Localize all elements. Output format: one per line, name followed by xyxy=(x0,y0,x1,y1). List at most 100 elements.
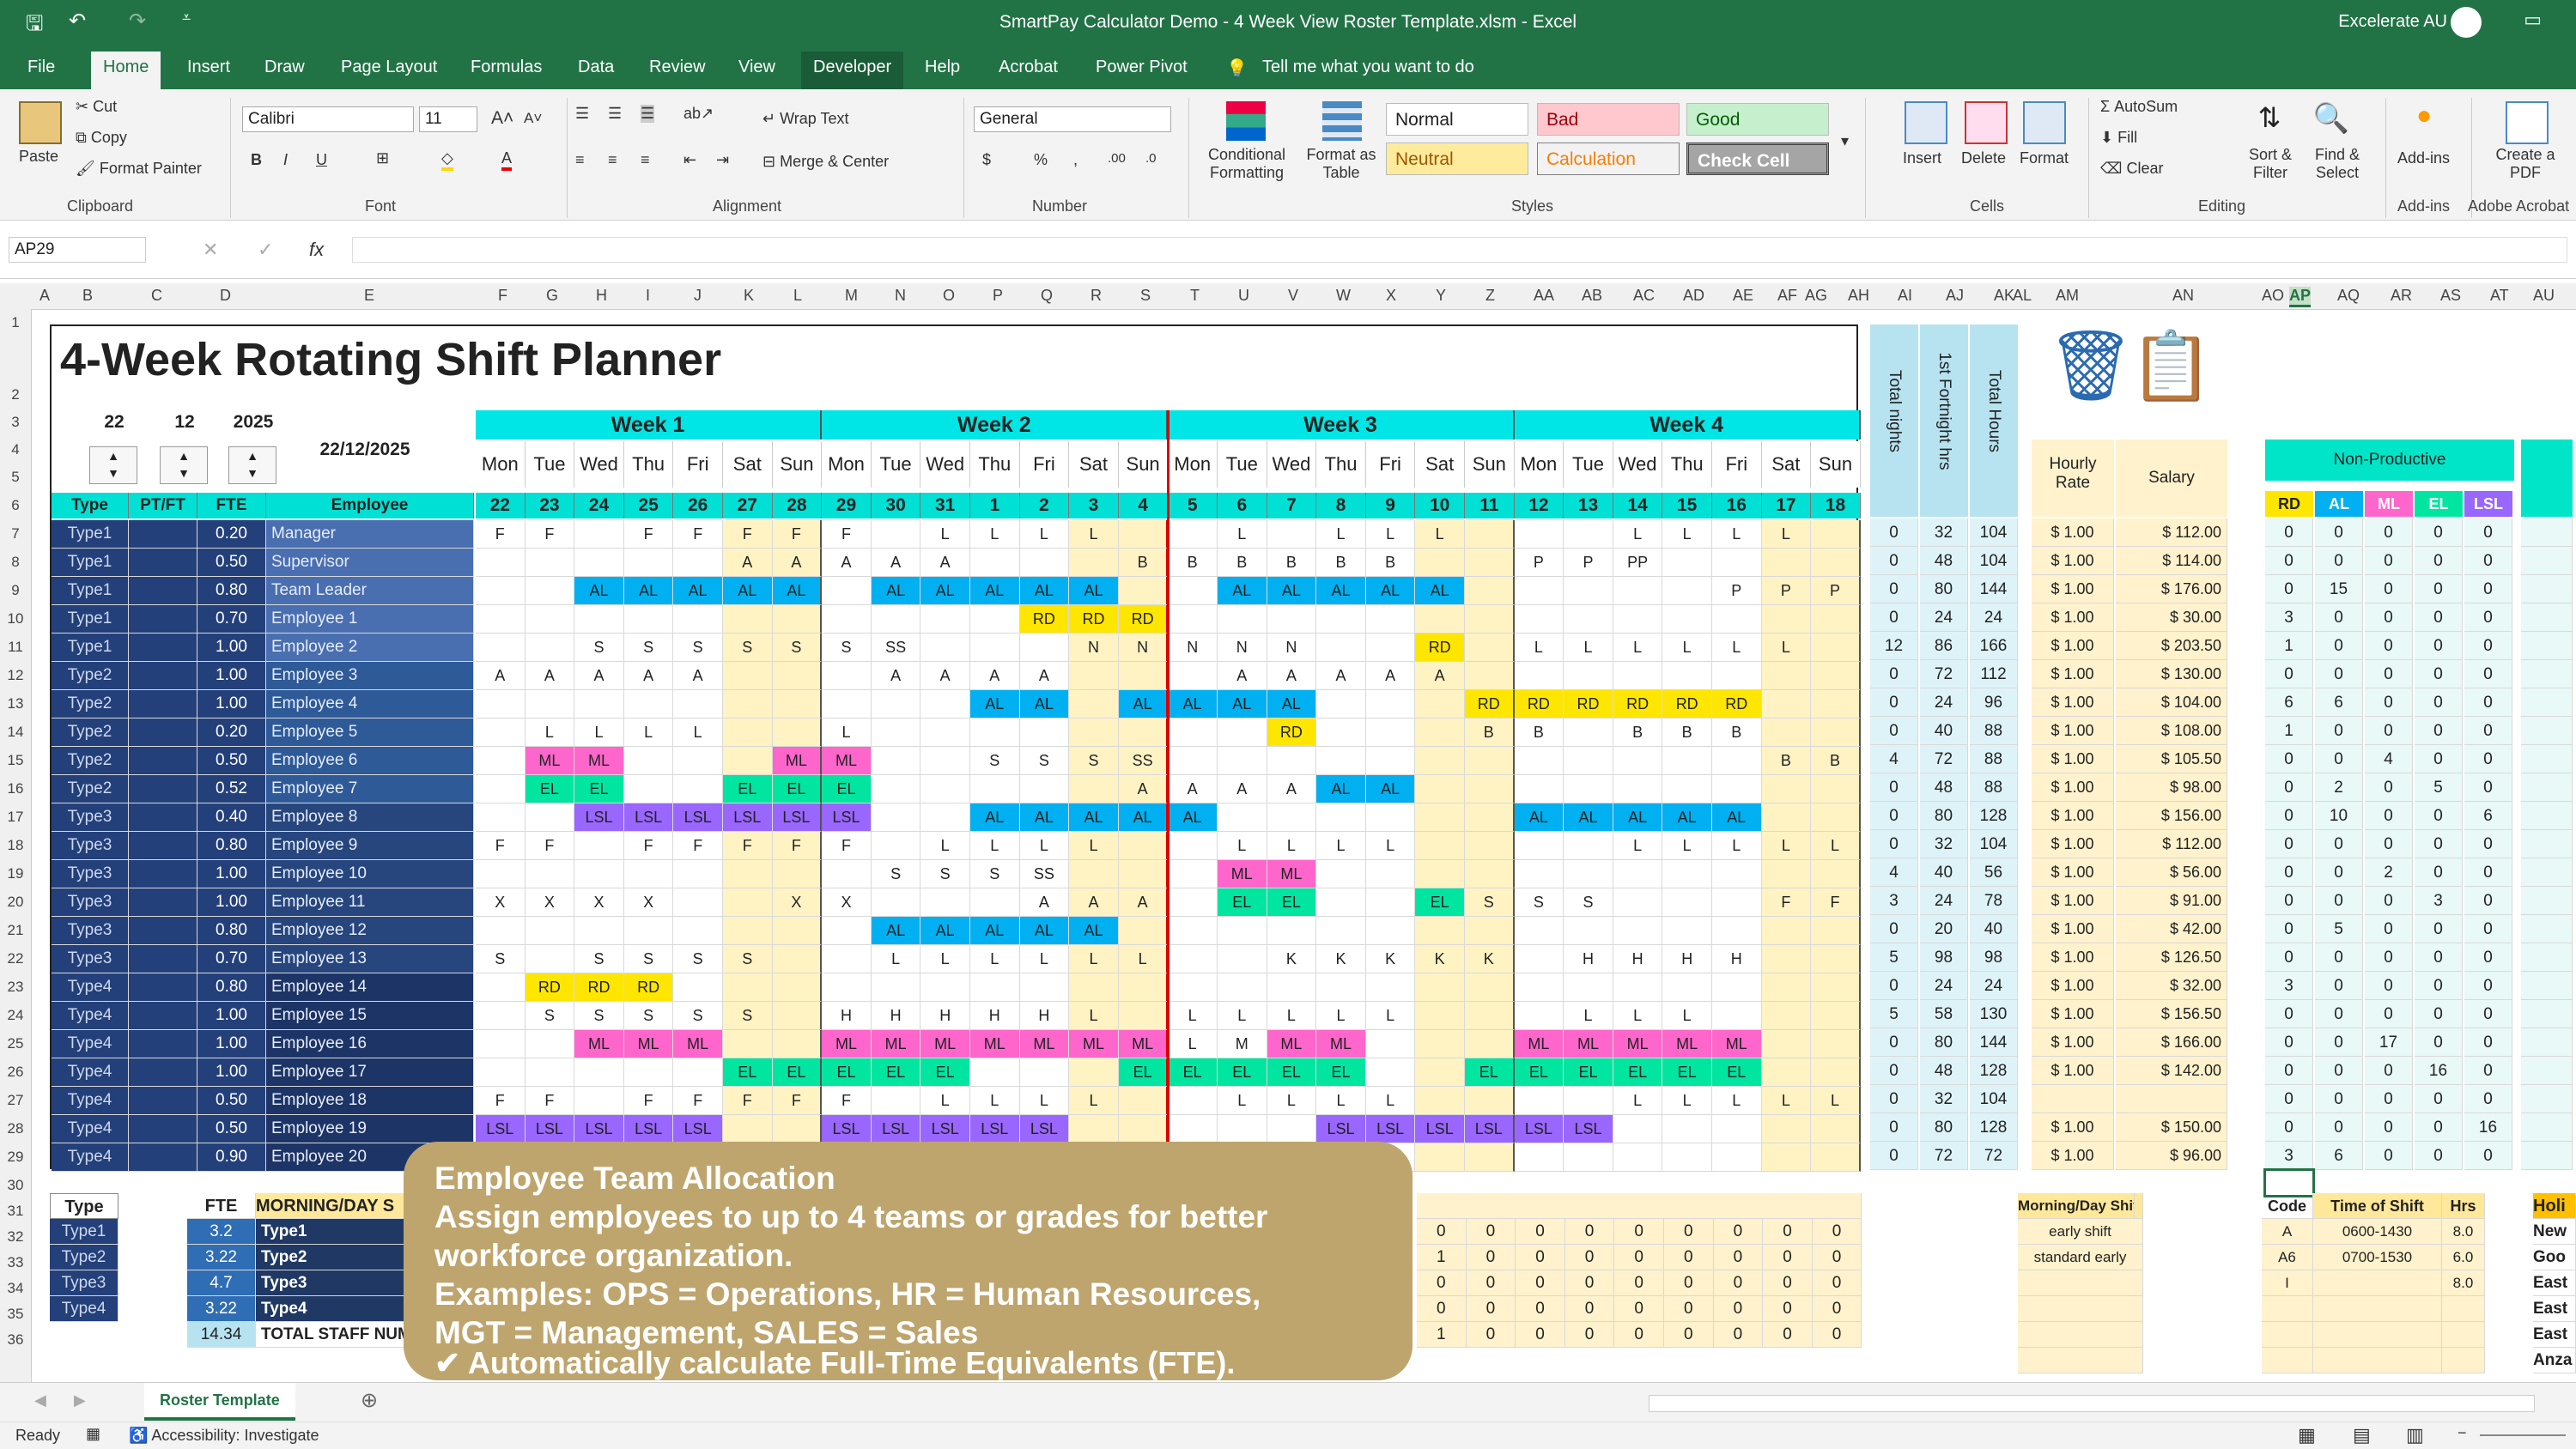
shift-cell[interactable]: L xyxy=(920,1087,970,1115)
shift-cell[interactable] xyxy=(1564,662,1613,690)
shift-cell[interactable] xyxy=(723,860,773,888)
employee-ptft[interactable] xyxy=(129,888,197,917)
shift-cell[interactable] xyxy=(1069,973,1119,1002)
shift-cell[interactable] xyxy=(1514,577,1564,605)
shift-cell[interactable]: AL xyxy=(970,917,1020,945)
shift-cell[interactable] xyxy=(920,605,970,634)
cancel-entry-icon[interactable]: ✕ xyxy=(203,239,218,261)
shift-cell[interactable]: EL xyxy=(723,1058,773,1087)
shift-cell[interactable]: F xyxy=(623,520,674,549)
shift-cell[interactable] xyxy=(1811,662,1861,690)
employee-fte[interactable]: 1.00 xyxy=(197,888,266,917)
shift-cell[interactable]: P xyxy=(1811,577,1861,605)
shift-cell[interactable] xyxy=(1267,605,1317,634)
shift-cell[interactable] xyxy=(1365,888,1416,917)
shift-cell[interactable]: A xyxy=(1415,662,1465,690)
shift-cell[interactable] xyxy=(1316,605,1366,634)
addins-button[interactable]: Add-ins xyxy=(2397,149,2450,167)
column-header[interactable]: W xyxy=(1336,287,1351,305)
shift-cell[interactable] xyxy=(772,945,823,973)
shift-cell[interactable]: AL xyxy=(1613,803,1663,832)
employee-ptft[interactable] xyxy=(129,718,197,747)
shift-cell[interactable] xyxy=(1218,973,1267,1002)
shift-cell[interactable] xyxy=(673,775,723,803)
column-header[interactable]: D xyxy=(220,287,231,305)
shift-cell[interactable] xyxy=(1415,832,1465,860)
shift-cell[interactable] xyxy=(1662,973,1712,1002)
shift-cell[interactable]: S xyxy=(723,945,773,973)
employee-name[interactable]: Employee 14 xyxy=(266,973,474,1002)
shift-cell[interactable]: B xyxy=(1465,718,1515,747)
shift-cell[interactable]: S xyxy=(623,634,674,662)
hourly-rate[interactable]: $ 1.00 xyxy=(2032,887,2114,915)
shift-cell[interactable]: B xyxy=(1514,718,1564,747)
shift-cell[interactable]: AL xyxy=(1514,803,1564,832)
shift-cell[interactable]: EL xyxy=(1514,1058,1564,1087)
shift-cell[interactable] xyxy=(574,605,624,634)
shift-cell[interactable] xyxy=(1168,577,1218,605)
shift-cell[interactable]: S xyxy=(673,634,723,662)
shift-cell[interactable]: ML xyxy=(772,747,823,775)
tab-home[interactable]: Home xyxy=(91,52,161,89)
shift-cell[interactable] xyxy=(1712,1002,1762,1030)
shift-cell[interactable]: AL xyxy=(673,577,723,605)
shift-cell[interactable] xyxy=(1662,1115,1712,1143)
shift-name[interactable] xyxy=(2018,1270,2143,1296)
shift-cell[interactable] xyxy=(1168,520,1218,549)
align-left-icon[interactable]: ≡ xyxy=(575,151,585,169)
shift-cell[interactable]: ML xyxy=(1267,860,1317,888)
shift-cell[interactable]: L xyxy=(673,718,723,747)
employee-name[interactable]: Employee 1 xyxy=(266,605,474,634)
style-calculation[interactable]: Calculation xyxy=(1537,142,1680,175)
shift-cell[interactable]: AL xyxy=(1118,690,1169,718)
employee-type[interactable]: Type4 xyxy=(52,1115,129,1143)
row-header[interactable]: 1 xyxy=(0,314,31,331)
shift-cell[interactable] xyxy=(1316,860,1366,888)
shift-cell[interactable] xyxy=(1514,605,1564,634)
shift-cell[interactable]: AL xyxy=(1069,577,1119,605)
shift-cell[interactable]: H xyxy=(1019,1002,1070,1030)
employee-ptft[interactable] xyxy=(129,520,197,549)
shift-cell[interactable]: S xyxy=(574,634,624,662)
shift-cell[interactable] xyxy=(476,577,526,605)
font-size-select[interactable]: 11 xyxy=(419,106,477,132)
shift-cell[interactable] xyxy=(1365,634,1416,662)
insert-cells-button[interactable]: Insert xyxy=(1903,149,1941,167)
shift-cell[interactable]: LSL xyxy=(723,803,773,832)
avatar[interactable] xyxy=(2451,7,2482,38)
shift-cell[interactable] xyxy=(1069,690,1119,718)
shift-cell[interactable]: F xyxy=(1761,888,1812,917)
shift-cell[interactable] xyxy=(623,605,674,634)
sheet-tab-roster[interactable]: Roster Template xyxy=(144,1383,295,1421)
shift-name[interactable] xyxy=(2018,1296,2143,1322)
employee-ptft[interactable] xyxy=(129,1143,197,1172)
shift-cell[interactable] xyxy=(970,605,1020,634)
font-color-icon[interactable]: A xyxy=(501,149,513,171)
shift-cell[interactable]: ML xyxy=(1118,1030,1169,1058)
shift-cell[interactable] xyxy=(1465,662,1515,690)
shift-cell[interactable] xyxy=(673,605,723,634)
shift-cell[interactable]: LSL xyxy=(673,803,723,832)
shift-cell[interactable] xyxy=(822,917,872,945)
shift-cell[interactable] xyxy=(1662,888,1712,917)
row-header[interactable]: 8 xyxy=(0,554,31,571)
employee-fte[interactable]: 1.00 xyxy=(197,690,266,718)
shift-cell[interactable] xyxy=(920,634,970,662)
shift-cell[interactable] xyxy=(673,888,723,917)
employee-name[interactable]: Employee 6 xyxy=(266,747,474,775)
shift-cell[interactable] xyxy=(525,577,575,605)
style-good[interactable]: Good xyxy=(1686,103,1829,136)
shift-cell[interactable]: L xyxy=(1662,520,1712,549)
shift-cell[interactable]: A xyxy=(1019,888,1070,917)
column-header[interactable]: AP xyxy=(2289,287,2312,307)
row-header[interactable]: 21 xyxy=(0,922,31,939)
row-header[interactable]: 14 xyxy=(0,724,31,741)
employee-name[interactable]: Employee 3 xyxy=(266,662,474,690)
shift-cell[interactable]: RD xyxy=(1019,605,1070,634)
shift-cell[interactable] xyxy=(1662,549,1712,577)
employee-ptft[interactable] xyxy=(129,1002,197,1030)
shift-cell[interactable]: A xyxy=(970,662,1020,690)
column-header[interactable]: AU xyxy=(2533,287,2555,305)
shift-cell[interactable] xyxy=(476,634,526,662)
shift-cell[interactable]: L xyxy=(1662,634,1712,662)
